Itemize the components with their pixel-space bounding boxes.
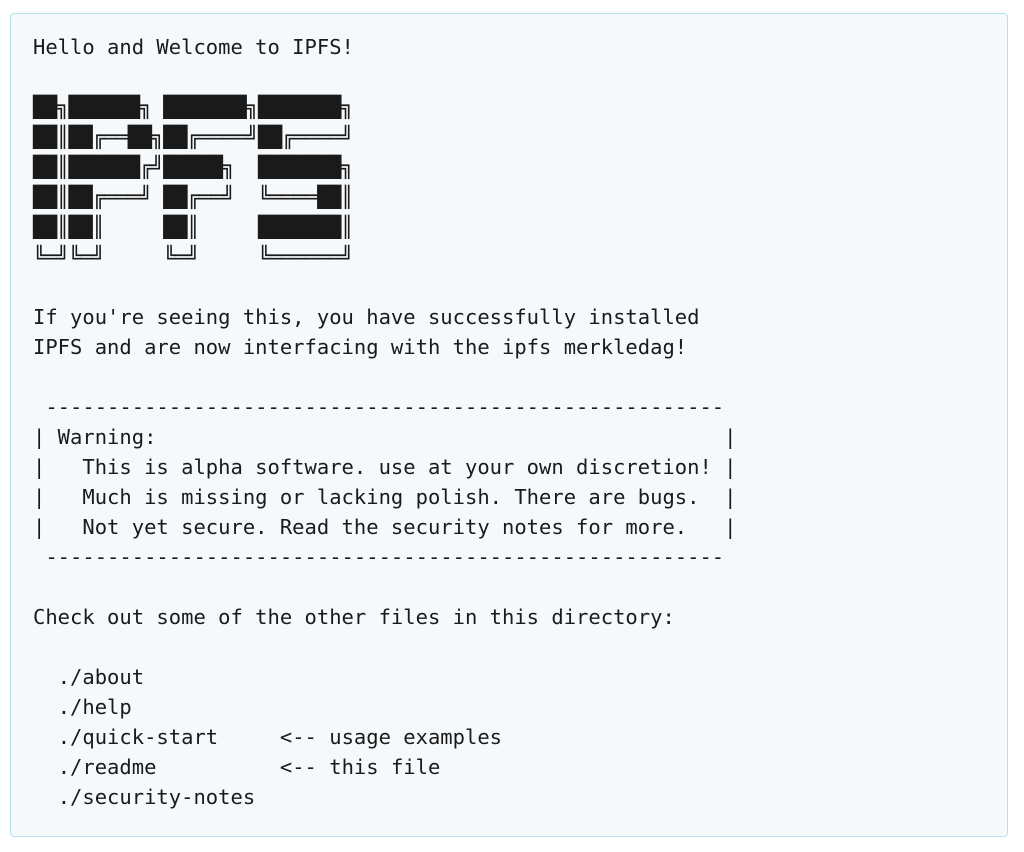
readme-text: Hello and Welcome to IPFS! ██╗██████╗ ███… (33, 32, 737, 812)
file-list-item: ./quick-start <-- usage examples (33, 722, 737, 752)
logo-line: ██║██╔══██╗██╔════╝██╔════╝ (33, 125, 353, 149)
readme-panel: Hello and Welcome to IPFS! ██╗██████╗ ███… (10, 13, 1008, 837)
file-list-item: ./help (33, 692, 737, 722)
file-note: <-- this file (279, 755, 441, 779)
file-list-item: ./security-notes (33, 782, 737, 812)
intro-line: IPFS and are now interfacing with the ip… (33, 335, 688, 359)
warning-line: | This is alpha software. use at your ow… (33, 455, 737, 479)
logo-line: ██║██║ ██║ ███████║ (33, 215, 353, 239)
file-list-item: ./readme <-- this file (33, 752, 737, 782)
warning-line: | Not yet secure. Read the security note… (33, 515, 737, 539)
intro-line: If you're seeing this, you have successf… (33, 305, 700, 329)
file-link-quick-start[interactable]: ./quick-start (58, 725, 218, 749)
warning-bottom-border: ----------------------------------------… (33, 545, 725, 569)
files-heading: Check out some of the other files in thi… (33, 605, 675, 629)
file-note: <-- usage examples (279, 725, 503, 749)
logo-line: ╚═╝╚═╝ ╚═╝ ╚══════╝ (33, 245, 353, 269)
warning-title: | Warning: | (33, 425, 737, 449)
warning-line: | Much is missing or lacking polish. The… (33, 485, 737, 509)
file-list-item: ./about (33, 662, 737, 692)
file-link-security-notes[interactable]: ./security-notes (58, 785, 255, 809)
file-link-readme[interactable]: ./readme (58, 755, 157, 779)
logo-line: ██╗██████╗ ███████╗███████╗ (33, 95, 353, 119)
warning-top-border: ----------------------------------------… (33, 395, 725, 419)
file-link-about[interactable]: ./about (58, 665, 144, 689)
logo-line: ██║██╔═══╝ ██╔══╝ ╚════██║ (33, 185, 353, 209)
greeting: Hello and Welcome to IPFS! (33, 35, 354, 59)
logo-line: ██║██████╔╝█████╗ ███████╗ (33, 155, 353, 179)
ipfs-ascii-logo: ██╗██████╗ ███████╗███████╗ ██║██╔══██╗██… (33, 92, 737, 272)
file-link-help[interactable]: ./help (58, 695, 132, 719)
